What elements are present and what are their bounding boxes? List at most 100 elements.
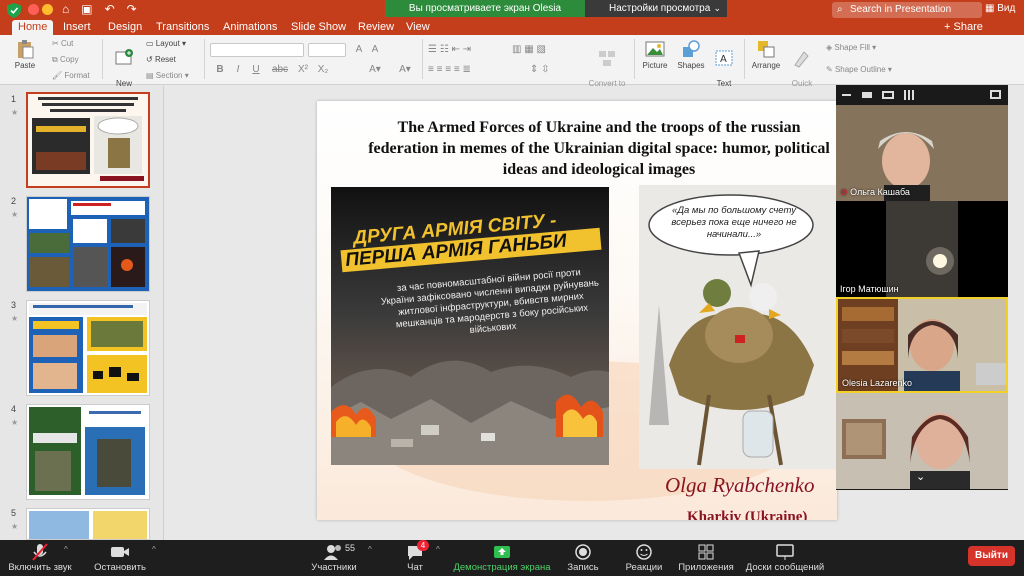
format-painter-button[interactable]: 🖌 Format	[52, 71, 90, 80]
picture-button[interactable]: Picture	[638, 39, 672, 70]
increase-font-icon[interactable]: A	[352, 43, 366, 57]
arrange-button[interactable]: Arrange	[748, 39, 784, 70]
current-slide[interactable]: The Armed Forces of Ukraine and the troo…	[317, 101, 837, 520]
view-button[interactable]: ▦ Вид	[985, 3, 1015, 14]
slide-thumbnail-5[interactable]	[26, 508, 150, 540]
search-icon: ⌕	[837, 4, 843, 15]
chat-options-caret[interactable]: ^	[436, 545, 440, 554]
clipboard-icon	[18, 40, 34, 59]
subscript-button[interactable]: X₂	[315, 63, 331, 77]
font-color-button[interactable]: A▾	[362, 63, 388, 77]
apps-button[interactable]: Приложения	[676, 542, 736, 573]
expand-icon[interactable]	[990, 90, 1001, 99]
slide-2-preview	[27, 197, 149, 291]
participant-tile-2[interactable]: Ігор Матюшин	[836, 201, 1008, 297]
chat-unread-badge: 4	[417, 540, 429, 551]
zoom-shield-icon[interactable]	[7, 3, 21, 18]
chevron-down-icon[interactable]: ⌄	[916, 470, 925, 483]
redo-icon[interactable]: ↷	[127, 2, 137, 16]
grid-view-icon[interactable]	[904, 90, 914, 100]
reactions-button[interactable]: Реакции	[624, 542, 664, 573]
tab-home[interactable]: Home	[12, 20, 54, 35]
participant-tile-1[interactable]: ⊘ Ольга Кашаба	[836, 105, 1008, 201]
whiteboard-icon	[776, 544, 794, 560]
shapes-button[interactable]: Shapes	[674, 39, 708, 70]
audio-options-caret[interactable]: ^	[64, 545, 68, 554]
smartart-icon	[599, 51, 615, 66]
save-icon[interactable]: ▣	[81, 2, 92, 16]
italic-button[interactable]: I	[231, 63, 245, 77]
view-settings-dropdown[interactable]: Настройки просмотра ⌄	[585, 0, 727, 17]
slide-number: 1	[11, 94, 17, 104]
unmute-label: Включить звук	[8, 562, 72, 573]
strip-view-icon[interactable]	[882, 91, 894, 99]
font-name-select[interactable]	[210, 43, 304, 57]
tab-review[interactable]: Review	[352, 20, 400, 35]
svg-text:A: A	[720, 54, 727, 65]
close-window-button[interactable]	[28, 4, 39, 15]
shape-outline-button[interactable]: ✎ Shape Outline ▾	[826, 65, 892, 74]
slide-thumbnail-2[interactable]	[26, 196, 150, 292]
strikethrough-button[interactable]: abc	[270, 63, 290, 77]
bold-button[interactable]: B	[213, 63, 227, 77]
unmute-button[interactable]: Включить звук	[8, 542, 72, 573]
shape-fill-button[interactable]: ◈ Shape Fill ▾	[826, 43, 876, 52]
slide-thumbnail-4[interactable]	[26, 404, 150, 500]
participant-tile-3-active-speaker[interactable]: Olesia Lazarenko	[836, 297, 1008, 393]
cut-button[interactable]: ✂ Cut	[52, 39, 73, 48]
font-size-select[interactable]	[308, 43, 346, 57]
stop-video-button[interactable]: Остановить видео	[80, 542, 160, 576]
chat-label: Чат	[407, 562, 423, 573]
tab-transitions[interactable]: Transitions	[150, 20, 215, 35]
columns-direction-icons[interactable]: ▥ ▦ ▧	[512, 43, 582, 57]
participant-tile-4[interactable]: ⌄	[836, 393, 1008, 489]
alignment-icons[interactable]: ≡ ≡ ≡ ≡ ≣	[428, 63, 524, 77]
reset-button[interactable]: ↺ Reset	[146, 55, 176, 64]
share-label: Share	[953, 21, 983, 33]
section-label: Section	[155, 71, 183, 80]
highlight-color-button[interactable]: A▾	[392, 63, 418, 77]
minimize-window-button[interactable]	[42, 4, 53, 15]
copy-button[interactable]: ⧉ Copy	[52, 55, 79, 65]
superscript-button[interactable]: X²	[295, 63, 311, 77]
tab-slide-show[interactable]: Slide Show	[285, 20, 352, 35]
tab-view[interactable]: View	[400, 20, 436, 35]
record-button[interactable]: Запись	[563, 542, 603, 573]
meme-right-image[interactable]: «Да мы по большому счету всерьез пока ещ…	[639, 185, 837, 469]
author-name[interactable]: Olga Ryabchenko	[665, 473, 814, 498]
slide-thumbnail-3[interactable]	[26, 300, 150, 396]
share-screen-button[interactable]: Демонстрация экрана	[452, 542, 552, 573]
picture-label: Picture	[642, 61, 668, 70]
underline-button[interactable]: U	[249, 63, 263, 77]
slide-thumbnail-1[interactable]	[26, 92, 150, 188]
text-alignment-icons[interactable]: ⇕ ⇳	[530, 63, 582, 77]
format-label: Format	[64, 71, 90, 80]
tab-design[interactable]: Design	[102, 20, 148, 35]
paste-button[interactable]: Paste	[10, 39, 40, 70]
meme-left-image[interactable]: ДРУГА АРМІЯ СВІТУ - ПЕРША АРМІЯ ГАНЬБИ з…	[331, 187, 609, 465]
slide-title[interactable]: The Armed Forces of Ukraine and the troo…	[361, 117, 837, 180]
share-button[interactable]: + Share	[944, 20, 983, 35]
ribbon-divider	[422, 39, 423, 79]
decrease-font-icon[interactable]: A	[368, 43, 382, 57]
layout-button[interactable]: ▭ Layout ▾	[146, 39, 186, 48]
copy-label: Copy	[59, 55, 79, 64]
search-in-presentation-input[interactable]: ⌕ Search in Presentation	[832, 2, 982, 18]
leave-meeting-button[interactable]: Выйти	[968, 546, 1015, 566]
star-icon: ★	[11, 108, 19, 117]
whiteboards-button[interactable]: Доски сообщений	[744, 542, 826, 573]
home-icon[interactable]: ⌂	[62, 2, 69, 16]
participants-options-caret[interactable]: ^	[368, 545, 372, 554]
tab-insert[interactable]: Insert	[57, 20, 97, 35]
section-button[interactable]: ▤ Section ▾	[146, 71, 189, 80]
video-participants-panel: ⊘ Ольга Кашаба Ігор Матюшин Olesia Lazar…	[836, 85, 1008, 490]
minimize-icon[interactable]	[842, 94, 851, 96]
author-city[interactable]: Kharkiv (Ukraine)	[687, 509, 807, 520]
participant-name-3: Olesia Lazarenko	[842, 378, 913, 388]
video-options-caret[interactable]: ^	[152, 545, 156, 554]
bullets-numbering-icons[interactable]: ☰ ☷ ⇤ ⇥	[428, 43, 508, 57]
tab-animations[interactable]: Animations	[217, 20, 283, 35]
slide-thumbnails-panel[interactable]: 1 ★ 2 ★ 3 ★ 4 ★ 5 ★	[0, 86, 164, 540]
single-view-icon[interactable]	[862, 92, 872, 98]
undo-icon[interactable]: ↶	[105, 2, 115, 16]
